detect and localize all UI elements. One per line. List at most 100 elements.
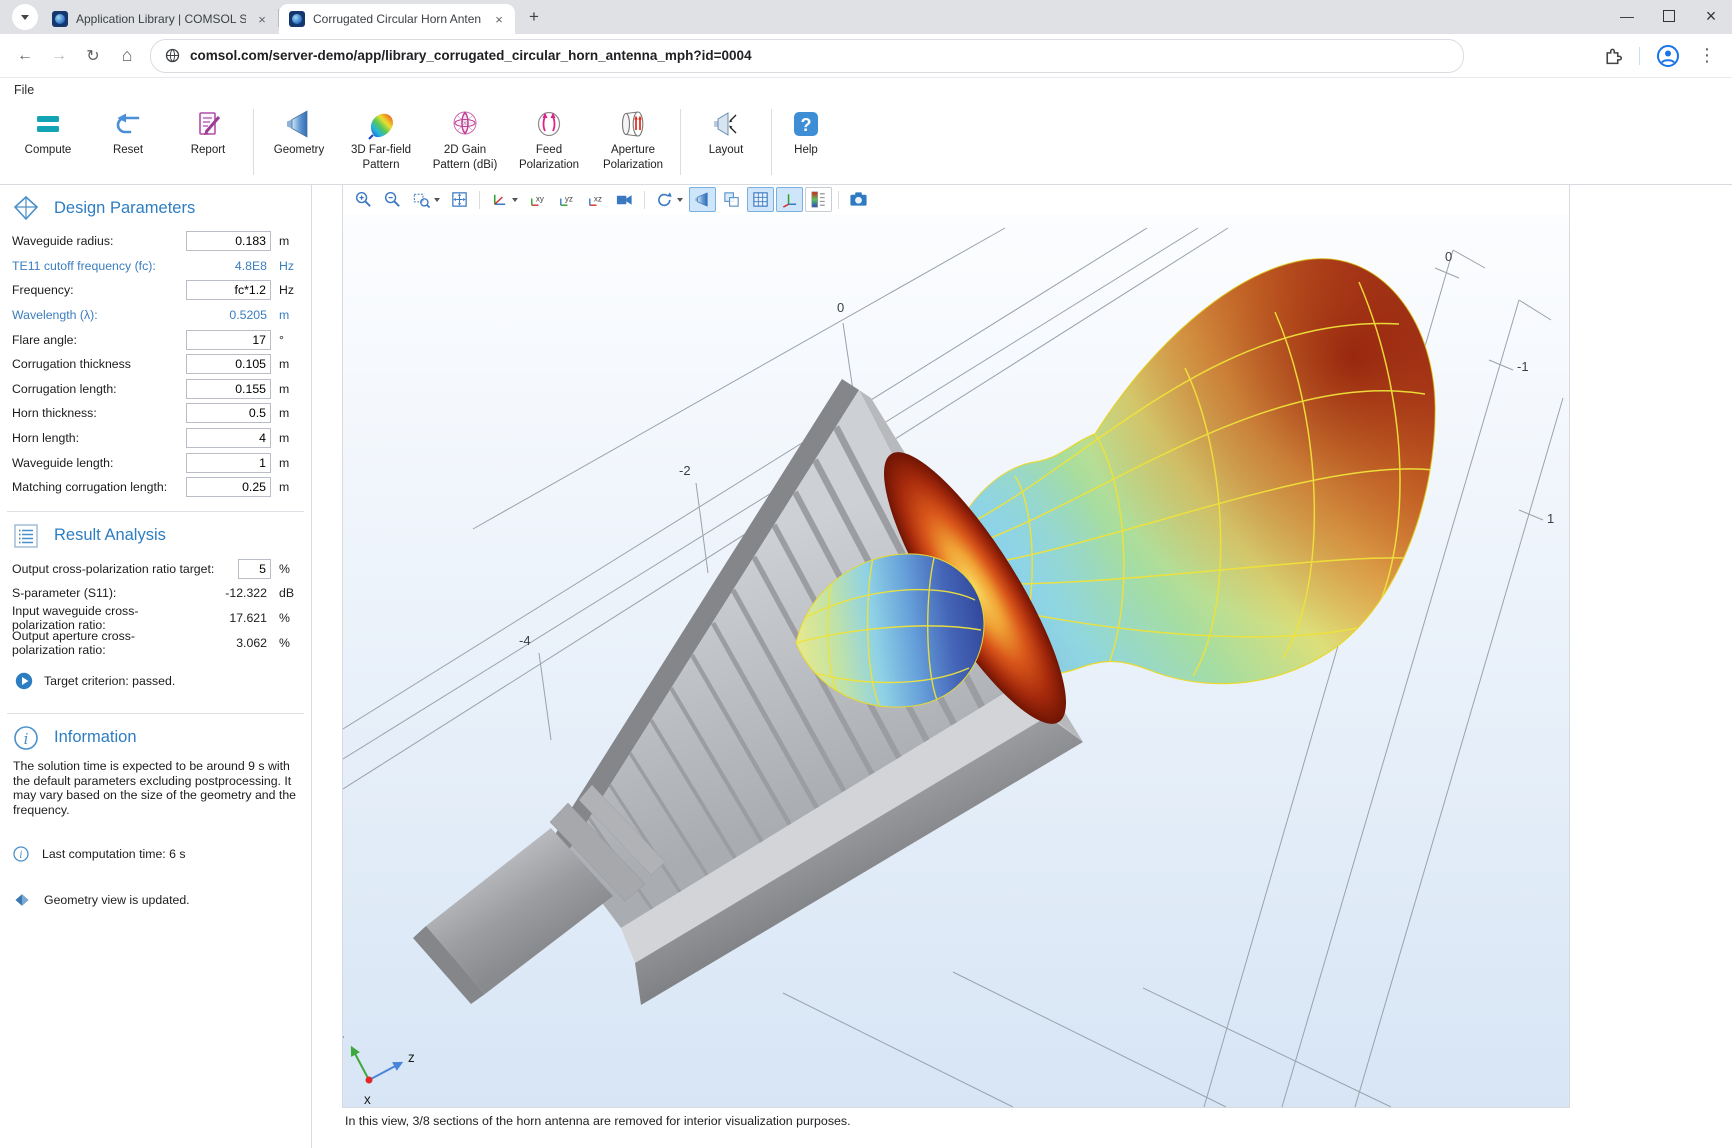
view-yz-button[interactable]: yz: [553, 187, 580, 212]
transparency-icon: [722, 190, 741, 209]
close-tab-icon[interactable]: ×: [491, 11, 507, 27]
zoom-in-button[interactable]: [350, 187, 377, 212]
home-button[interactable]: ⌂: [112, 41, 142, 71]
field-horn-thickness: Horn thickness: m: [0, 401, 311, 426]
field-wavelength: Wavelength (λ): 0.5205 m: [0, 303, 311, 328]
app-ribbon: Compute Reset Report Geometry 3D Far-fie…: [0, 101, 1732, 184]
minimize-button[interactable]: —: [1606, 0, 1648, 32]
axis-orientation-button[interactable]: [776, 187, 803, 212]
axis-tick-label: 0: [837, 300, 844, 315]
view-yz-icon: yz: [557, 190, 576, 209]
show-geometry-button[interactable]: [689, 187, 716, 212]
play-icon: [15, 672, 33, 690]
compute-button[interactable]: Compute: [8, 101, 88, 158]
svg-text:i: i: [24, 730, 29, 748]
browser-tab-application-library[interactable]: Application Library | COMSOL S ×: [42, 4, 278, 34]
view-xy-button[interactable]: xy: [524, 187, 551, 212]
dropdown-caret-icon: [512, 198, 518, 202]
waveguide-radius-input[interactable]: [186, 231, 271, 251]
information-icon: i: [13, 725, 39, 751]
zoom-extents-button[interactable]: [446, 187, 473, 212]
geometry-icon: [283, 108, 315, 140]
site-info-icon: [165, 48, 180, 63]
aperture-polarization-button[interactable]: Aperture Polarization: [591, 101, 675, 172]
forward-button[interactable]: →: [44, 41, 74, 71]
zoom-out-button[interactable]: [379, 187, 406, 212]
tab-search-button[interactable]: [12, 4, 38, 30]
rotate-icon: [655, 190, 674, 209]
geometry-label: Geometry: [274, 144, 325, 158]
window-controls: — ×: [1606, 0, 1732, 32]
crosspol-target-input[interactable]: [238, 559, 271, 579]
axis-orientation-icon: [780, 190, 799, 209]
result-analysis-header: Result Analysis: [13, 523, 311, 549]
reset-icon: [112, 108, 144, 140]
reset-button[interactable]: Reset: [88, 101, 168, 158]
field-te11-cutoff: TE11 cutoff frequency (fc): 4.8E8 Hz: [0, 254, 311, 279]
aperture-polarization-icon: [617, 108, 649, 140]
close-tab-icon[interactable]: ×: [254, 11, 270, 27]
field-crosspol-target: Output cross-polarization ratio target: …: [0, 557, 311, 582]
gain-2d-icon: [449, 108, 481, 140]
zoom-box-icon: [412, 190, 431, 209]
view-xz-button[interactable]: xz: [582, 187, 609, 212]
layout-button[interactable]: Layout: [686, 101, 766, 158]
flare-angle-input[interactable]: [186, 330, 271, 350]
default-view-button[interactable]: [486, 187, 522, 212]
snapshot-button[interactable]: [845, 187, 872, 212]
field-matching-corrugation-length: Matching corrugation length: m: [0, 475, 311, 500]
chevron-down-icon: [21, 15, 29, 20]
field-output-crosspol: Output aperture cross-polarization ratio…: [0, 630, 311, 655]
geometry-button[interactable]: Geometry: [259, 101, 339, 158]
reset-label: Reset: [113, 144, 143, 158]
gain-2d-button[interactable]: 2D Gain Pattern (dBi): [423, 101, 507, 172]
file-menu[interactable]: File: [14, 83, 34, 97]
matching-corrugation-length-input[interactable]: [186, 477, 271, 497]
feed-polarization-button[interactable]: Feed Polarization: [507, 101, 591, 172]
horn-length-input[interactable]: [186, 428, 271, 448]
gain-2d-label: 2D Gain: [444, 144, 486, 158]
geometry-updated-icon: [13, 891, 31, 909]
farfield-3d-label2: Pattern: [362, 159, 399, 173]
zoom-box-button[interactable]: [408, 187, 444, 212]
target-criterion-status: Target criterion: passed.: [15, 672, 311, 690]
new-tab-button[interactable]: +: [521, 4, 547, 30]
geometry-status-row: Geometry view is updated.: [13, 891, 311, 909]
address-bar[interactable]: comsol.com/server-demo/app/library_corru…: [150, 39, 1464, 73]
browser-toolbar: ← → ↻ ⌂ comsol.com/server-demo/app/libra…: [0, 34, 1732, 78]
back-button[interactable]: ←: [10, 41, 40, 71]
tab-title: Corrugated Circular Horn Anten: [313, 12, 483, 26]
information-header: i Information: [13, 725, 311, 751]
svg-text:?: ?: [801, 115, 812, 135]
report-button[interactable]: Report: [168, 101, 248, 158]
grid-button[interactable]: [747, 187, 774, 212]
scene-3d-view[interactable]: 0 -2 -4 0 -1 1: [343, 214, 1569, 1107]
waveguide-length-input[interactable]: [186, 453, 271, 473]
gain-2d-label2: Pattern (dBi): [433, 159, 498, 173]
color-legend-button[interactable]: [805, 187, 832, 212]
help-button[interactable]: ? Help: [777, 101, 835, 158]
help-label: Help: [794, 144, 818, 158]
extensions-icon[interactable]: [1602, 45, 1623, 66]
close-window-button[interactable]: ×: [1690, 0, 1732, 32]
tab-title: Application Library | COMSOL S: [76, 12, 246, 26]
frequency-input[interactable]: [186, 280, 271, 300]
graphics-area: xy yz xz: [312, 185, 1732, 1148]
browser-menu-icon[interactable]: ⋮: [1692, 41, 1722, 71]
farfield-3d-button[interactable]: 3D Far-field Pattern: [339, 101, 423, 172]
comsol-favicon: [52, 11, 68, 27]
result-analysis-title: Result Analysis: [54, 526, 166, 545]
horn-thickness-input[interactable]: [186, 403, 271, 423]
corrugation-thickness-input[interactable]: [186, 354, 271, 374]
maximize-button[interactable]: [1648, 0, 1690, 32]
scene-camera-button[interactable]: [611, 187, 638, 212]
browser-tab-horn-antenna[interactable]: Corrugated Circular Horn Anten ×: [279, 4, 515, 34]
rotate-button[interactable]: [651, 187, 687, 212]
transparency-button[interactable]: [718, 187, 745, 212]
scene-camera-icon: [615, 190, 634, 209]
reload-button[interactable]: ↻: [78, 41, 108, 71]
layout-label: Layout: [709, 144, 744, 158]
triad-x-label: x: [364, 1092, 371, 1107]
profile-icon[interactable]: [1656, 44, 1680, 68]
corrugation-length-input[interactable]: [186, 379, 271, 399]
